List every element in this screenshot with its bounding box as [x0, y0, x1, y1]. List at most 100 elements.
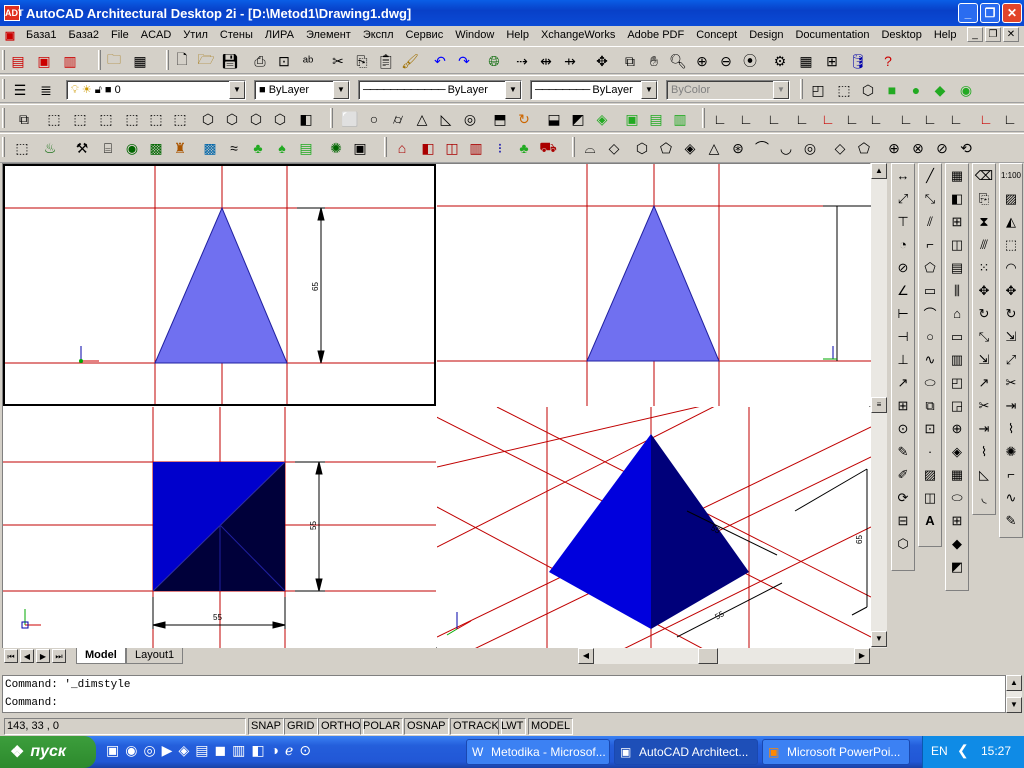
properties-icon[interactable]: ⚙	[770, 51, 790, 71]
color-combo[interactable]: ■ ByLayer ▼	[254, 80, 350, 100]
named-views-icon[interactable]: ⧉	[620, 51, 640, 71]
circle-icon[interactable]: ○	[919, 325, 941, 348]
dim-angular-icon[interactable]: ∠	[892, 279, 914, 302]
ql-app6-icon[interactable]: ⊙	[299, 742, 311, 762]
sphere-icon[interactable]: ●	[906, 80, 926, 100]
menu-documentation[interactable]: Documentation	[789, 27, 875, 43]
viewport-front[interactable]: 65	[3, 164, 436, 406]
array-icon[interactable]: ⁙	[973, 256, 995, 279]
materials-icon[interactable]: ♜	[170, 138, 190, 158]
scroll-up-icon[interactable]: ▲	[871, 163, 887, 179]
solid-box-icon[interactable]: ⬜	[340, 109, 360, 129]
start-button[interactable]: ❖ пуск	[0, 736, 96, 768]
dim-quick-icon[interactable]: ⊥	[892, 348, 914, 371]
solid-torus-icon[interactable]: ◎	[460, 109, 480, 129]
spell-check-icon[interactable]: ᵃᵇ	[298, 51, 318, 71]
drawing-vscrollbar[interactable]: ▲ ≡ ▼	[871, 163, 887, 648]
ortho-toggle[interactable]: ORTHO	[318, 718, 364, 735]
tab-layout1[interactable]: Layout1	[126, 648, 184, 664]
toolbar-grip[interactable]	[166, 50, 169, 70]
extrude-icon[interactable]: ⬒	[490, 109, 510, 129]
ucs-3point-icon[interactable]: ∟	[866, 109, 886, 129]
hscroll-thumb[interactable]	[698, 648, 718, 664]
menu-file[interactable]: File	[105, 27, 135, 43]
line-icon[interactable]: ╱	[919, 164, 941, 187]
extend3-icon[interactable]: ⇥	[1000, 394, 1022, 417]
break-icon[interactable]: ⌇	[973, 440, 995, 463]
dim-continue-icon[interactable]: ⊣	[892, 325, 914, 348]
make-block-icon[interactable]: ⊡	[919, 417, 941, 440]
interfere-icon[interactable]: ◈	[592, 109, 612, 129]
lineweight-combo[interactable]: ──────── ByLayer ▼	[530, 80, 658, 100]
render-sphere-icon[interactable]: ◉	[956, 80, 976, 100]
shape-4-icon[interactable]: ⬠	[656, 138, 676, 158]
ql-pdf-icon[interactable]: ◼	[214, 742, 226, 762]
chevron-down-icon[interactable]: ▼	[505, 81, 521, 99]
menu-baza1[interactable]: База1	[20, 27, 63, 43]
menu-help-2[interactable]: Help	[928, 27, 963, 43]
offset-icon[interactable]: ⫻	[973, 233, 995, 256]
shape-12-icon[interactable]: ⬠	[854, 138, 874, 158]
toolbar-grip[interactable]	[702, 108, 705, 128]
group-icon[interactable]: ◩	[946, 555, 968, 578]
ucs-view-icon[interactable]: ∟	[792, 109, 812, 129]
scale-100-icon[interactable]: 1:100	[1000, 164, 1022, 187]
polyline-icon[interactable]: ⌐	[919, 233, 941, 256]
lengthen-icon[interactable]: ↗	[973, 371, 995, 394]
slab-icon[interactable]: ▭	[946, 325, 968, 348]
menu-walls[interactable]: Стены	[214, 27, 259, 43]
hatch2-icon[interactable]: ▨	[1000, 187, 1022, 210]
center-mark-icon[interactable]: ⊙	[892, 417, 914, 440]
grid-icon[interactable]: ⁝	[490, 138, 510, 158]
tolerance-icon[interactable]: ⊞	[892, 394, 914, 417]
database-icon[interactable]: 🛢︎	[848, 51, 868, 71]
section-mark-icon[interactable]: ⊕	[946, 417, 968, 440]
erase-icon[interactable]: ⌫	[973, 164, 995, 187]
top-view-icon[interactable]: ⬚	[44, 109, 64, 129]
layers-icon[interactable]: ☰	[10, 80, 30, 100]
match-properties-icon[interactable]: 🖌︎	[400, 51, 420, 71]
dim-3d-icon[interactable]: ⬡	[892, 532, 914, 555]
teapot-icon[interactable]: ♨	[40, 138, 60, 158]
dim-aligned-icon[interactable]: ⤢	[892, 187, 914, 210]
menu-element[interactable]: Элемент	[300, 27, 357, 43]
new-icon[interactable]: 🗋	[172, 51, 192, 71]
rotate3-icon[interactable]: ↻	[1000, 302, 1022, 325]
mtext-icon[interactable]: A	[919, 509, 941, 532]
doc-icon[interactable]: ▣	[0, 29, 20, 42]
shape-13-icon[interactable]: ⊕	[884, 138, 904, 158]
spline-icon[interactable]: ∿	[919, 348, 941, 371]
landscape-icon[interactable]: ▩	[200, 138, 220, 158]
zoom-previous-icon[interactable]: ⊖	[716, 51, 736, 71]
command-prompt[interactable]: Command:	[3, 694, 1005, 712]
trim-icon[interactable]: ✂	[973, 394, 995, 417]
toolbar-grip[interactable]	[2, 50, 5, 70]
otrack-toggle[interactable]: OTRACK	[450, 718, 502, 735]
chevron-down-icon[interactable]: ▼	[229, 81, 245, 99]
opening-icon[interactable]: ▥	[466, 138, 486, 158]
setup-view-icon[interactable]: ▣	[622, 109, 642, 129]
lights-icon[interactable]: ✺	[326, 138, 346, 158]
ql-app5-icon[interactable]: ◑	[271, 742, 279, 762]
extend-icon[interactable]: ⇥	[973, 417, 995, 440]
shape-16-icon[interactable]: ⟲	[956, 138, 976, 158]
se-iso-icon[interactable]: ⬡	[222, 109, 242, 129]
wall-icon[interactable]: ▦	[946, 164, 968, 187]
ucs-zaxis-icon[interactable]: ∟	[842, 109, 862, 129]
plot-icon[interactable]: ▦	[130, 51, 150, 71]
slice-icon[interactable]: ◩	[568, 109, 588, 129]
print-preview-icon[interactable]: ⊡	[274, 51, 294, 71]
ucs-y-icon[interactable]: ∟	[920, 109, 940, 129]
dim-radius-icon[interactable]: ◔	[892, 233, 914, 256]
schedule-icon[interactable]: ▦	[946, 463, 968, 486]
ql-ie2-icon[interactable]: ℯ	[285, 742, 293, 762]
command-scrollbar[interactable]: ▲ ▼	[1006, 675, 1022, 713]
shape-3-icon[interactable]: ⬡	[632, 138, 652, 158]
drawing-area[interactable]: 65 55 55 55 55 65	[2, 163, 871, 648]
chevron-down-icon[interactable]: ▼	[641, 81, 657, 99]
model-toggle[interactable]: MODEL	[528, 718, 574, 735]
polar-toggle[interactable]: POLAR	[360, 718, 404, 735]
paste-icon[interactable]: 📋︎	[376, 51, 396, 71]
nw-iso-icon[interactable]: ⬡	[270, 109, 290, 129]
ucs-z-icon[interactable]: ∟	[946, 109, 966, 129]
